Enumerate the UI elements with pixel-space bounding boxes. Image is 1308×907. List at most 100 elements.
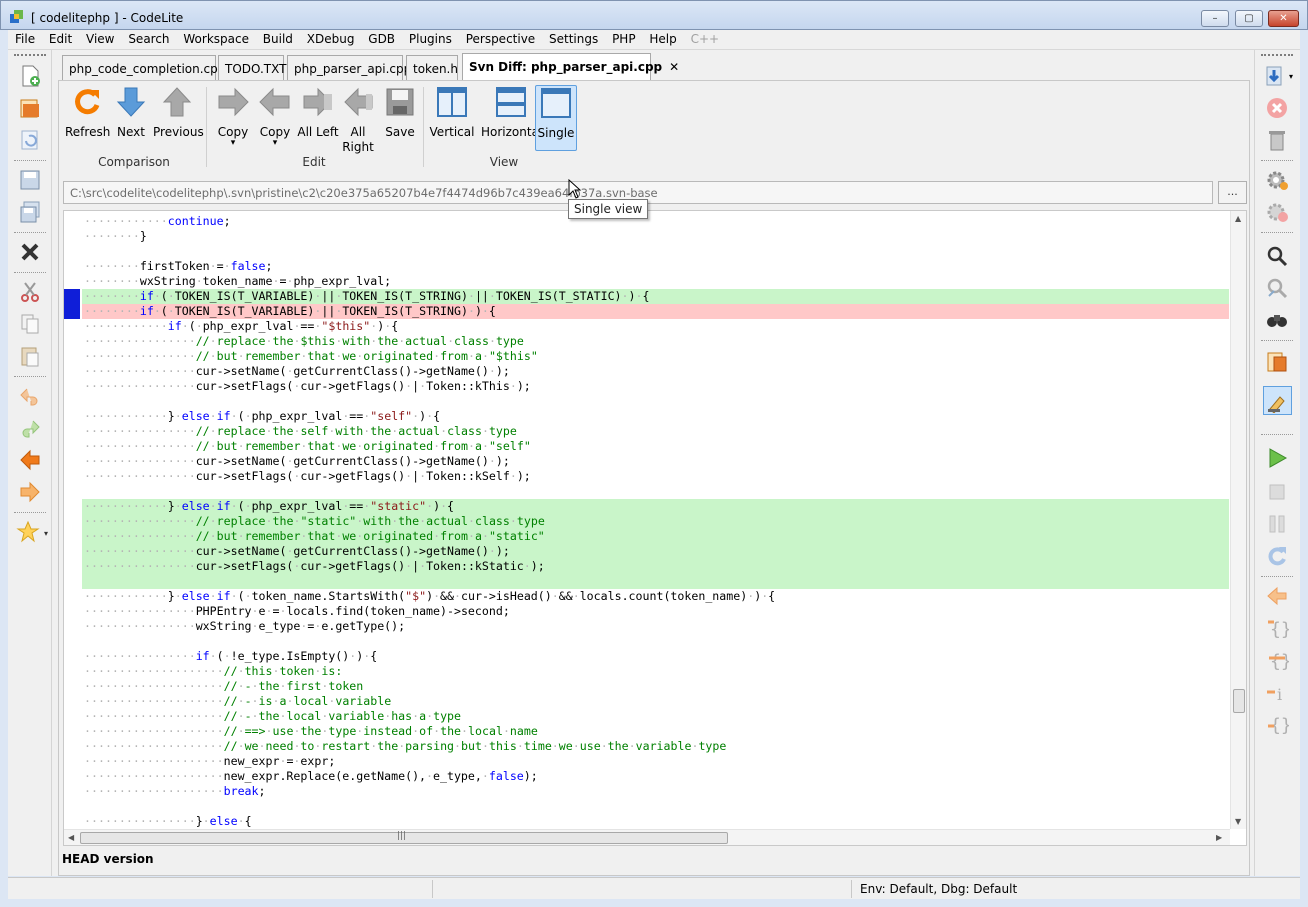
horizontal-scrollbar[interactable]: ◀ ||| ▶ bbox=[64, 829, 1230, 845]
code-line-added[interactable]: ········if·(·TOKEN_IS(T_VARIABLE)·||·TOK… bbox=[82, 289, 1229, 304]
code-line[interactable]: ········firstToken·=·false; bbox=[82, 259, 1229, 274]
tab-todo-txt[interactable]: TODO.TXT bbox=[218, 55, 286, 80]
code-line[interactable]: ················cur->setFlags(·cur->getF… bbox=[82, 469, 1229, 484]
menu-perspective[interactable]: Perspective bbox=[466, 30, 536, 46]
highlight-button[interactable] bbox=[1263, 386, 1292, 415]
scroll-up-icon[interactable]: ▲ bbox=[1235, 214, 1241, 223]
paste-icon[interactable] bbox=[18, 344, 42, 368]
tab-token-h[interactable]: token.h bbox=[406, 55, 458, 80]
scroll-left-icon[interactable]: ◀ bbox=[68, 833, 74, 842]
restart-icon[interactable] bbox=[1265, 544, 1289, 568]
copy-right-button[interactable]: Copy ▾ bbox=[213, 86, 253, 148]
code-line-added[interactable] bbox=[82, 574, 1229, 589]
menu-workspace[interactable]: Workspace bbox=[183, 30, 249, 46]
code-line[interactable]: ····················//·we·need·to·restar… bbox=[82, 739, 1229, 754]
vertical-view-button[interactable]: Vertical bbox=[429, 86, 475, 139]
find-icon[interactable] bbox=[1265, 244, 1289, 268]
code-line[interactable]: ····················new_expr·=·expr; bbox=[82, 754, 1229, 769]
toolbar-grip[interactable] bbox=[1261, 54, 1293, 56]
menu-settings[interactable]: Settings bbox=[549, 30, 598, 46]
save-icon[interactable] bbox=[18, 168, 42, 192]
toolbar-grip[interactable] bbox=[14, 54, 46, 56]
menu-search[interactable]: Search bbox=[128, 30, 169, 46]
menu-plugins[interactable]: Plugins bbox=[409, 30, 452, 46]
stop-icon[interactable] bbox=[1265, 480, 1289, 504]
undo-icon[interactable] bbox=[18, 384, 42, 408]
code-line[interactable] bbox=[82, 394, 1229, 409]
vertical-scroll-thumb[interactable] bbox=[1233, 689, 1245, 713]
code-line[interactable]: ····················//·-·is·a·local·vari… bbox=[82, 694, 1229, 709]
tab-svn-diff[interactable]: Svn Diff: php_parser_api.cpp ✕ bbox=[462, 53, 679, 80]
code-line[interactable]: ····················//·-·the·local·varia… bbox=[82, 709, 1229, 724]
menu-view[interactable]: View bbox=[86, 30, 114, 46]
bookmark-icon[interactable] bbox=[16, 520, 40, 544]
code-line[interactable]: ················//·but·remember·that·we·… bbox=[82, 439, 1229, 454]
code-line[interactable]: ········wxString·token_name·=·php_expr_l… bbox=[82, 274, 1229, 289]
step-out-icon[interactable] bbox=[1265, 584, 1289, 608]
code-line[interactable]: ················PHPEntry·e·=·locals.find… bbox=[82, 604, 1229, 619]
minimize-button[interactable]: – bbox=[1201, 10, 1229, 27]
menu-edit[interactable]: Edit bbox=[49, 30, 72, 46]
close-tab-icon[interactable]: ✕ bbox=[669, 60, 679, 74]
code-line[interactable]: ············}·else·if·(·php_expr_lval·==… bbox=[82, 409, 1229, 424]
code-line[interactable]: ············if·(·php_expr_lval·==·"$this… bbox=[82, 319, 1229, 334]
close-icon[interactable] bbox=[18, 240, 42, 264]
build-dropdown-icon[interactable]: ▾ bbox=[1289, 72, 1293, 81]
forward-icon[interactable] bbox=[18, 480, 42, 504]
code-line[interactable]: ················wxString·e_type·=·e.getT… bbox=[82, 619, 1229, 634]
clean-icon[interactable] bbox=[1265, 128, 1289, 152]
browse-button[interactable]: ... bbox=[1218, 181, 1247, 204]
horizontal-view-button[interactable]: Horizontal bbox=[481, 86, 542, 139]
open-resource-icon[interactable] bbox=[1265, 350, 1289, 374]
copy-left-button[interactable]: Copy ▾ bbox=[255, 86, 295, 148]
close-window-button[interactable]: ✕ bbox=[1268, 10, 1299, 27]
code-line[interactable]: ················//·but·remember·that·we·… bbox=[82, 349, 1229, 364]
new-file-icon[interactable] bbox=[18, 64, 42, 88]
all-left-button[interactable]: All Left bbox=[297, 86, 339, 139]
scroll-right-icon[interactable]: ▶ bbox=[1216, 833, 1222, 842]
show-cursor-icon[interactable]: i bbox=[1265, 680, 1289, 704]
code-line[interactable]: ················cur->setName(·getCurrent… bbox=[82, 364, 1229, 379]
code-line[interactable]: ················cur->setName(·getCurrent… bbox=[82, 454, 1229, 469]
diff-code-editor[interactable]: ············continue; ········} ········fi… bbox=[63, 210, 1247, 846]
reload-icon[interactable] bbox=[18, 128, 42, 152]
code-line-removed[interactable]: ········if·(·TOKEN_IS(T_VARIABLE)·||·TOK… bbox=[82, 304, 1229, 319]
code-line[interactable] bbox=[82, 244, 1229, 259]
code-line[interactable] bbox=[82, 634, 1229, 649]
code-line[interactable]: ····················//·-·the·first·token bbox=[82, 679, 1229, 694]
next-statement-icon[interactable]: {} bbox=[1265, 712, 1289, 736]
code-line[interactable]: ····················break; bbox=[82, 784, 1229, 799]
menu-help[interactable]: Help bbox=[649, 30, 676, 46]
code-line[interactable]: ············}·else·if·(·token_name.Start… bbox=[82, 589, 1229, 604]
code-line[interactable]: ············continue; bbox=[82, 214, 1229, 229]
code-line[interactable]: ········} bbox=[82, 229, 1229, 244]
step-in-icon[interactable]: {} bbox=[1265, 616, 1289, 640]
cut-icon[interactable] bbox=[18, 280, 42, 304]
find-replace-icon[interactable] bbox=[1265, 276, 1289, 300]
vertical-scrollbar[interactable]: ▲ ▼ bbox=[1230, 211, 1246, 829]
open-file-icon[interactable] bbox=[18, 96, 42, 120]
code-line[interactable]: ················cur->setFlags(·cur->getF… bbox=[82, 379, 1229, 394]
single-view-button[interactable]: Single bbox=[535, 85, 577, 151]
bookmark-dropdown-icon[interactable]: ▾ bbox=[44, 529, 48, 538]
next-button[interactable]: Next bbox=[113, 86, 149, 139]
code-line-added[interactable]: ················cur->setFlags(·cur->getF… bbox=[82, 559, 1229, 574]
maximize-button[interactable]: ▢ bbox=[1235, 10, 1263, 27]
code-line[interactable] bbox=[82, 484, 1229, 499]
code-line[interactable]: ················}·else·{ bbox=[82, 814, 1229, 829]
save-all-icon[interactable] bbox=[18, 200, 42, 224]
pause-icon[interactable] bbox=[1265, 512, 1289, 536]
menu-gdb[interactable]: GDB bbox=[368, 30, 395, 46]
redo-icon[interactable] bbox=[18, 416, 42, 440]
run-icon[interactable] bbox=[1265, 446, 1289, 470]
code-line-added[interactable]: ············}·else·if·(·php_expr_lval·==… bbox=[82, 499, 1229, 514]
stop-gear-icon[interactable] bbox=[1265, 200, 1289, 224]
scroll-down-icon[interactable]: ▼ bbox=[1235, 817, 1241, 826]
settings-gear-icon[interactable] bbox=[1265, 168, 1289, 192]
copy-right-dropdown-icon[interactable]: ▾ bbox=[213, 139, 253, 148]
copy-left-dropdown-icon[interactable]: ▾ bbox=[255, 139, 295, 148]
code-line[interactable]: ················if·(·!e_type.IsEmpty()·)… bbox=[82, 649, 1229, 664]
back-icon[interactable] bbox=[18, 448, 42, 472]
refresh-button[interactable]: Refresh bbox=[65, 86, 110, 139]
build-icon[interactable] bbox=[1263, 64, 1287, 88]
